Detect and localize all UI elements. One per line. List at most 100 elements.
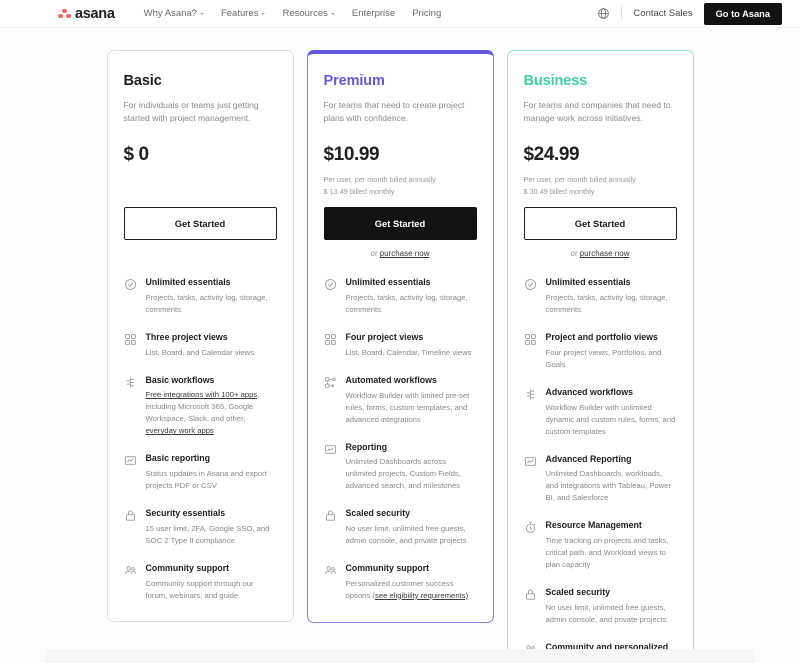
- feature-description: Projects, tasks, activity log, storage, …: [145, 292, 268, 314]
- feature-item: Scaled security No user limit, unlimited …: [324, 508, 477, 547]
- feature-item: Three project views List, Board, and Cale…: [124, 332, 277, 359]
- nav-label: Pricing: [412, 8, 442, 19]
- plan-name: Business: [523, 73, 588, 89]
- feature-item: Community support Personalized customer s…: [324, 563, 477, 602]
- plan-description: For teams and companies that need to man…: [523, 100, 671, 124]
- feature-description: 15 user limit, 2FA, Google SSO, and SOC …: [145, 523, 270, 545]
- plan-name: Premium: [323, 73, 385, 89]
- nav-label: Enterprise: [351, 8, 396, 19]
- pricing-card-premium: Premium For teams that need to create pr…: [306, 50, 494, 623]
- purchase-prefix: or: [370, 249, 378, 259]
- report-icon: [324, 442, 337, 493]
- lock-icon: [324, 508, 337, 547]
- nav-label: Why Asana?: [143, 8, 197, 19]
- feature-title: Community support: [345, 563, 430, 574]
- feature-title: Community support: [145, 562, 230, 573]
- report-icon: [124, 453, 137, 492]
- feature-list: Unlimited essentials Projects, tasks, act…: [124, 277, 277, 601]
- feature-body: Advanced Reporting Unlimited Dashboards, …: [546, 454, 677, 505]
- feature-body: Basic workflows Free integrations with 10…: [146, 375, 277, 438]
- feature-inline-link[interactable]: see eligibility requirements): [375, 591, 468, 600]
- plan-price: $10.99: [323, 144, 380, 165]
- lock-icon: [524, 587, 537, 626]
- plan-price-note: [124, 174, 277, 197]
- chevron-down-icon: [330, 12, 335, 15]
- feature-body: Scaled security No user limit, unlimited …: [346, 508, 477, 547]
- pricing-card-business: Business For teams and companies that ne…: [506, 50, 694, 663]
- feature-body: Automated workflows Workflow Builder with…: [346, 375, 477, 426]
- grid-views-icon: [524, 332, 537, 371]
- feature-item: Basic reporting Status updates in Asana a…: [124, 453, 277, 492]
- nav-item-enterprise[interactable]: Enterprise: [352, 8, 395, 19]
- nav-label: Features: [220, 8, 259, 19]
- feature-body: Unlimited essentials Projects, tasks, act…: [546, 277, 677, 316]
- feature-description: Status updates in Asana and export proje…: [145, 469, 267, 490]
- get-started-button[interactable]: Get Started: [123, 207, 277, 240]
- feature-body: Resource Management Time tracking on proj…: [546, 520, 677, 571]
- grid-views-icon: [324, 332, 337, 359]
- feature-body: Scaled security No user limit, unlimited …: [546, 587, 677, 626]
- feature-description: Projects, tasks, activity log, storage, …: [545, 293, 668, 315]
- feature-description: Projects, tasks, activity log, storage, …: [345, 293, 468, 315]
- feature-body: Unlimited essentials Projects, tasks, act…: [146, 277, 277, 316]
- nav-item-pricing[interactable]: Pricing: [412, 8, 441, 19]
- feature-item: Advanced Reporting Unlimited Dashboards, …: [524, 454, 677, 505]
- feature-description: List, Board, Calendar, Timeline views: [345, 347, 472, 357]
- primary-nav: Why Asana? Features Resources Enterprise…: [144, 8, 442, 19]
- feature-item: Four project views List, Board, Calendar,…: [324, 332, 477, 359]
- chevron-down-icon: [199, 12, 204, 15]
- feature-body: Security essentials 15 user limit, 2FA, G…: [146, 508, 277, 547]
- stopwatch-icon: [524, 520, 537, 571]
- feature-item: Project and portfolio views Four project …: [524, 332, 677, 371]
- feature-item: Community support Community support throu…: [124, 563, 277, 602]
- feature-title: Basic workflows: [145, 374, 215, 385]
- feature-item: Reporting Unlimited Dashboards across unl…: [324, 442, 477, 493]
- purchase-now-link[interactable]: purchase now: [380, 249, 430, 258]
- people-icon: [324, 563, 337, 602]
- price-note-monthly: $ 13.49 billed monthly: [323, 186, 395, 196]
- feature-title: Resource Management: [545, 520, 642, 531]
- asana-logo[interactable]: asana: [58, 6, 115, 22]
- get-started-button[interactable]: Get Started: [523, 207, 677, 241]
- get-started-button[interactable]: Get Started: [323, 207, 477, 241]
- pricing-page: asana Why Asana? Features Resources Ente…: [0, 0, 800, 663]
- feature-description: List, Board, and Calendar views: [145, 347, 255, 357]
- feature-item: Scaled security No user limit, unlimited …: [524, 587, 677, 626]
- automated-workflow-icon: [324, 375, 337, 426]
- feature-body: Project and portfolio views Four project …: [546, 332, 677, 371]
- feature-title: Scaled security: [545, 586, 611, 597]
- footer-strip: [0, 649, 800, 663]
- asana-wordmark: asana: [75, 5, 115, 22]
- feature-item: Unlimited essentials Projects, tasks, act…: [524, 277, 677, 316]
- go-to-asana-button[interactable]: Go to Asana: [703, 2, 782, 25]
- feature-description: Personalized customer success options (s…: [345, 578, 469, 600]
- feature-inline-link[interactable]: everyday work apps: [146, 426, 214, 435]
- grid-views-icon: [124, 332, 137, 359]
- plan-price: $24.99: [523, 144, 580, 165]
- footer-strip-inner: [45, 649, 755, 663]
- feature-body: Basic reporting Status updates in Asana a…: [146, 453, 277, 492]
- site-header: asana Why Asana? Features Resources Ente…: [0, 0, 800, 28]
- purchase-now-link[interactable]: purchase now: [580, 249, 630, 258]
- nav-item-why-asana[interactable]: Why Asana?: [144, 8, 204, 19]
- contact-sales-link[interactable]: Contact Sales: [633, 8, 692, 19]
- plan-description: For individuals or teams just getting st…: [123, 100, 259, 124]
- nav-item-features[interactable]: Features: [221, 8, 266, 19]
- report-icon: [524, 454, 537, 505]
- feature-body: Reporting Unlimited Dashboards across unl…: [346, 442, 477, 493]
- price-note-monthly: $ 30.49 billed monthly: [523, 186, 595, 196]
- feature-item: Automated workflows Workflow Builder with…: [324, 375, 477, 426]
- globe-icon[interactable]: [597, 7, 610, 20]
- feature-item: Basic workflows Free integrations with 10…: [124, 375, 277, 438]
- feature-title: Advanced Reporting: [545, 453, 632, 464]
- pricing-cards: Basic For individuals or teams just gett…: [106, 50, 694, 663]
- feature-description: Free integrations with 100+ apps, includ…: [145, 390, 260, 436]
- workflow-icon: [524, 387, 537, 438]
- asana-logo-icon: [58, 8, 71, 19]
- feature-title: Reporting: [345, 441, 388, 452]
- feature-title: Four project views: [345, 332, 424, 343]
- feature-description: Four project views, Portfolios, and Goal…: [545, 347, 662, 369]
- nav-item-resources[interactable]: Resources: [282, 8, 335, 19]
- header-divider: [621, 6, 623, 21]
- feature-inline-link[interactable]: Free integrations with 100+ apps: [146, 390, 258, 399]
